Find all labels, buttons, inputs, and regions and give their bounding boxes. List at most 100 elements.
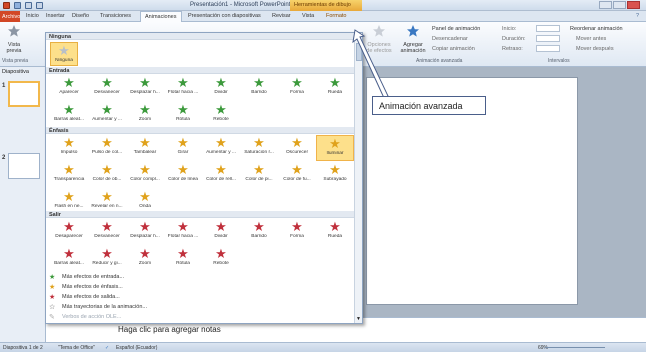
enfasis-effect-11[interactable]: ★ Color de línea bbox=[164, 162, 202, 188]
enfasis-effect-6[interactable]: ★ Oscurecer bbox=[278, 135, 316, 161]
slides-panel-tab[interactable]: Diapositiva bbox=[2, 69, 29, 75]
enfasis-effect-5[interactable]: ★ Saturación r... bbox=[240, 135, 278, 161]
entrada-effect-3[interactable]: ★ Flotar hacia ... bbox=[164, 75, 202, 101]
redo-icon[interactable] bbox=[36, 2, 43, 9]
salir-effect-3[interactable]: ★ Flotar hacia ... bbox=[164, 219, 202, 245]
entrada-effect-10[interactable]: ★ Zoom bbox=[126, 102, 164, 128]
animacion-avanzada-group-label: Animación avanzada bbox=[416, 58, 463, 64]
enfasis-effect-4[interactable]: ★ Aumentar y ... bbox=[202, 135, 240, 161]
duracion-spinner[interactable] bbox=[536, 35, 560, 42]
salir-effect-5[interactable]: ★ Barrido bbox=[240, 219, 278, 245]
salir-effect-label: Desaparecer bbox=[55, 234, 83, 239]
more-entrada-item[interactable]: ★ Más efectos de entrada... bbox=[49, 273, 124, 281]
more-entrada-label: Más efectos de entrada... bbox=[62, 274, 125, 280]
enfasis-effect-10[interactable]: ★ Color compl... bbox=[126, 162, 164, 188]
help-icon[interactable]: ? bbox=[636, 13, 639, 19]
mover-despues-button[interactable]: Mover después bbox=[576, 46, 614, 52]
salir-effect-1[interactable]: ★ Desvanecer bbox=[88, 219, 126, 245]
tab-transiciones[interactable]: Transiciones bbox=[100, 13, 131, 19]
entrada-star-icon: ★ bbox=[63, 102, 75, 117]
enfasis-star-icon: ★ bbox=[63, 162, 75, 177]
enfasis-effect-0[interactable]: ★ Impulso bbox=[50, 135, 88, 161]
entrada-effect-8[interactable]: ★ Barras aleat... bbox=[50, 102, 88, 128]
more-salida-item[interactable]: ★ Más efectos de salida... bbox=[49, 293, 120, 301]
enfasis-effect-12[interactable]: ★ Color de rell... bbox=[202, 162, 240, 188]
desencadenar-button[interactable]: Desencadenar bbox=[432, 36, 468, 42]
vista-previa-button[interactable]: Vista previa bbox=[3, 24, 25, 54]
tab-presentacion[interactable]: Presentación con diapositivas bbox=[188, 13, 261, 19]
entrada-effect-label: Rebote bbox=[213, 117, 229, 122]
tab-insertar[interactable]: Insertar bbox=[46, 13, 65, 19]
gallery-header-entrada: Entrada bbox=[46, 67, 354, 74]
retraso-spinner[interactable] bbox=[536, 45, 560, 52]
slide-thumbnail-2[interactable] bbox=[8, 153, 40, 179]
verbos-ole-item[interactable]: ✎ Verbos de acción OLE... bbox=[49, 313, 121, 321]
tab-archivo[interactable]: Archivo bbox=[0, 11, 20, 22]
enfasis-effect-2[interactable]: ★ Tambalear bbox=[126, 135, 164, 161]
more-enfasis-item[interactable]: ★ Más efectos de énfasis... bbox=[49, 283, 123, 291]
tab-vista[interactable]: Vista bbox=[302, 13, 314, 19]
entrada-effect-6[interactable]: ★ Forma bbox=[278, 75, 316, 101]
enfasis-effect-15[interactable]: ★ Subrayado bbox=[316, 162, 354, 188]
tab-diseno[interactable]: Diseño bbox=[72, 13, 89, 19]
entrada-effect-11[interactable]: ★ Rótula bbox=[164, 102, 202, 128]
minimize-button[interactable] bbox=[599, 1, 612, 9]
enfasis-effect-3[interactable]: ★ Girar bbox=[164, 135, 202, 161]
panel-animacion-button[interactable]: Panel de animación bbox=[432, 26, 480, 32]
salir-effect-label: Flotar hacia ... bbox=[167, 234, 199, 239]
enfasis-effect-14[interactable]: ★ Color de fu... bbox=[278, 162, 316, 188]
enfasis-effect-9[interactable]: ★ Color de ob... bbox=[88, 162, 126, 188]
scroll-down-icon[interactable]: ▼ bbox=[356, 316, 361, 322]
copiar-animacion-button[interactable]: Copiar animación bbox=[432, 46, 475, 52]
more-trayectorias-item[interactable]: ☆ Más trayectorias de la animación... bbox=[49, 303, 147, 311]
salir-effect-8[interactable]: ★ Barras aleat... bbox=[50, 246, 88, 272]
enfasis-star-icon: ★ bbox=[101, 189, 113, 204]
gallery-header-salir: Salir bbox=[46, 211, 354, 218]
entrada-effect-7[interactable]: ★ Rueda bbox=[316, 75, 354, 101]
salir-effect-9[interactable]: ★ Reducir y gi... bbox=[88, 246, 126, 272]
salir-effect-2[interactable]: ★ Desplazar h... bbox=[126, 219, 164, 245]
salir-effect-12[interactable]: ★ Rebote bbox=[202, 246, 240, 272]
entrada-effect-4[interactable]: ★ Dividir bbox=[202, 75, 240, 101]
salir-effect-7[interactable]: ★ Rueda bbox=[316, 219, 354, 245]
entrada-effect-0[interactable]: ★ Aparecer bbox=[50, 75, 88, 101]
undo-icon[interactable] bbox=[25, 2, 32, 9]
salir-effect-0[interactable]: ★ Desaparecer bbox=[50, 219, 88, 245]
inicio-select[interactable] bbox=[536, 25, 560, 32]
salir-effect-6[interactable]: ★ Forma bbox=[278, 219, 316, 245]
salir-effect-10[interactable]: ★ Zoom bbox=[126, 246, 164, 272]
tab-formato[interactable]: Formato bbox=[326, 13, 346, 19]
salir-effect-label: Desvanecer bbox=[94, 234, 120, 239]
entrada-effect-1[interactable]: ★ Desvanecer bbox=[88, 75, 126, 101]
maximize-button[interactable] bbox=[613, 1, 626, 9]
zoom-slider[interactable] bbox=[545, 347, 605, 348]
enfasis-effect-8[interactable]: ★ Transparencia bbox=[50, 162, 88, 188]
enfasis-effect-label: Onda bbox=[139, 204, 151, 209]
enfasis-effect-label: Tambalear bbox=[133, 150, 157, 155]
slide-thumbnail-1[interactable] bbox=[8, 81, 40, 107]
enfasis-effect-label: Color de pi... bbox=[245, 177, 273, 182]
enfasis-effect-1[interactable]: ★ Pulso de col... bbox=[88, 135, 126, 161]
salir-effect-label: Rebote bbox=[213, 261, 229, 266]
status-language[interactable]: Español (Ecuador) bbox=[116, 345, 157, 351]
mover-antes-button[interactable]: Mover antes bbox=[576, 36, 606, 42]
entrada-effect-12[interactable]: ★ Rebote bbox=[202, 102, 240, 128]
save-icon[interactable] bbox=[14, 2, 21, 9]
entrada-effect-9[interactable]: ★ Aumentar y ... bbox=[88, 102, 126, 128]
animation-ninguna[interactable]: ★ Ninguna bbox=[50, 42, 78, 66]
tab-revisar[interactable]: Revisar bbox=[272, 13, 291, 19]
close-button[interactable] bbox=[627, 1, 640, 9]
entrada-effect-2[interactable]: ★ Desplazar h... bbox=[126, 75, 164, 101]
status-zoom[interactable]: 69% bbox=[538, 345, 548, 351]
enfasis-effect-label: Girar bbox=[177, 150, 189, 155]
enfasis-star-icon: ★ bbox=[63, 135, 75, 150]
powerpoint-icon[interactable] bbox=[3, 2, 10, 9]
entrada-effect-5[interactable]: ★ Barrido bbox=[240, 75, 278, 101]
enfasis-effect-13[interactable]: ★ Color de pi... bbox=[240, 162, 278, 188]
enfasis-effect-7[interactable]: ★ Iluminar bbox=[316, 135, 354, 161]
tab-inicio[interactable]: Inicio bbox=[26, 13, 39, 19]
agregar-animacion-button[interactable]: Agregar animación bbox=[398, 24, 428, 54]
salir-effect-11[interactable]: ★ Rótula bbox=[164, 246, 202, 272]
spellcheck-icon[interactable]: ✓ bbox=[105, 345, 109, 351]
salir-effect-4[interactable]: ★ Dividir bbox=[202, 219, 240, 245]
